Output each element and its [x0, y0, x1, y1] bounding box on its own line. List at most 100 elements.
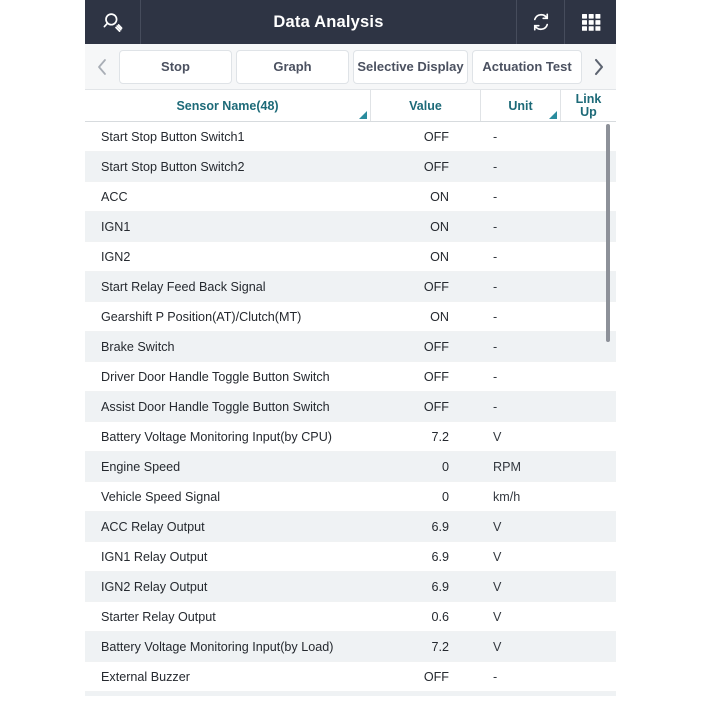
- search-button[interactable]: [85, 0, 141, 44]
- refresh-button[interactable]: [516, 0, 564, 44]
- cell-value: ON: [430, 309, 449, 324]
- cell-value: OFF: [423, 399, 449, 414]
- cell-unit: -: [493, 309, 498, 324]
- cell-value: OFF: [423, 339, 449, 354]
- column-header-sensor-name-label: Sensor Name(48): [176, 98, 279, 113]
- cell-sensor-name: Assist Door Handle Toggle Button Switch: [101, 399, 330, 414]
- cell-sensor-name: Start Stop Button Switch2: [101, 159, 245, 174]
- cell-sensor-name: IGN1 Relay Output: [101, 549, 208, 564]
- table-row[interactable]: IGN1 ON -: [85, 212, 616, 242]
- cell-unit: -: [493, 279, 498, 294]
- table-row[interactable]: Assist Door Handle Toggle Button Switch O…: [85, 392, 616, 422]
- toolbar-prev-button[interactable]: [89, 47, 115, 87]
- table-row[interactable]: Start Stop Button Switch1 OFF -: [85, 122, 616, 152]
- table-row[interactable]: SSB Illumination GND OutputOFF-: [85, 692, 616, 696]
- cell-value: 7.2: [431, 639, 449, 654]
- cell-unit: -: [493, 129, 498, 144]
- cell-value: 6.9: [431, 519, 449, 534]
- table-row[interactable]: IGN1 Relay Output 6.9 V: [85, 542, 616, 572]
- column-header-sensor-name[interactable]: Sensor Name(48): [85, 90, 371, 121]
- scrollbar-thumb[interactable]: [606, 124, 610, 342]
- cell-unit: -: [493, 669, 498, 684]
- title-bar: Data Analysis: [85, 0, 616, 44]
- cell-value: 6.9: [431, 579, 449, 594]
- cell-sensor-name: Vehicle Speed Signal: [101, 489, 221, 504]
- cell-unit: -: [493, 189, 498, 204]
- cell-value: OFF: [423, 669, 449, 684]
- cell-sensor-name: Start Stop Button Switch1: [101, 129, 245, 144]
- cell-value: ON: [430, 189, 449, 204]
- cell-sensor-name: ACC: [101, 189, 128, 204]
- search-icon: [101, 10, 125, 34]
- column-header-link-up[interactable]: Link Up: [561, 90, 616, 121]
- cell-value: OFF: [423, 129, 449, 144]
- table-row[interactable]: IGN2 Relay Output 6.9 V: [85, 572, 616, 602]
- table-header: Sensor Name(48) Value Unit Link Up: [85, 90, 616, 122]
- table-row[interactable]: Engine Speed 0 RPM: [85, 452, 616, 482]
- table-row[interactable]: Start Stop Button Switch2 OFF -: [85, 152, 616, 182]
- cell-value: 7.2: [431, 429, 449, 444]
- graph-button[interactable]: Graph: [236, 49, 349, 84]
- cell-sensor-name: IGN2 Relay Output: [101, 579, 208, 594]
- cell-value: OFF: [423, 279, 449, 294]
- actuation-test-button[interactable]: Actuation Test: [472, 49, 582, 84]
- cell-unit: -: [493, 369, 498, 384]
- cell-sensor-name: Driver Door Handle Toggle Button Switch: [101, 369, 330, 384]
- window-title: Data Analysis: [273, 12, 384, 31]
- column-header-unit-label: Unit: [508, 98, 533, 113]
- cell-value: 0.6: [431, 609, 449, 624]
- chevron-right-icon: [591, 56, 607, 78]
- table-row[interactable]: Start Relay Feed Back Signal OFF -: [85, 272, 616, 302]
- toolbar-next-button[interactable]: [586, 47, 612, 87]
- table-row[interactable]: IGN2 ON -: [85, 242, 616, 272]
- sort-indicator-unit[interactable]: [549, 111, 557, 119]
- cell-unit: -: [493, 159, 498, 174]
- column-header-link-up-line1: Link: [575, 91, 602, 106]
- table-row[interactable]: Starter Relay Output 0.6 V: [85, 602, 616, 632]
- cell-sensor-name: IGN2: [101, 249, 131, 264]
- cell-sensor-name: Engine Speed: [101, 459, 181, 474]
- cell-sensor-name: External Buzzer: [101, 669, 190, 684]
- table-row[interactable]: Battery Voltage Monitoring Input(by Load…: [85, 632, 616, 662]
- cell-unit: V: [493, 429, 502, 444]
- cell-value: 0: [441, 489, 449, 504]
- cell-sensor-name: Brake Switch: [101, 339, 175, 354]
- cell-unit: V: [493, 639, 502, 654]
- column-header-unit[interactable]: Unit: [481, 90, 561, 121]
- cell-sensor-name: Start Relay Feed Back Signal: [101, 279, 266, 294]
- data-analysis-app: Data Analysis Stop Graph Selective Displ…: [85, 0, 616, 704]
- menu-grid-button[interactable]: [564, 0, 616, 44]
- cell-value: OFF: [423, 159, 449, 174]
- cell-value: ON: [430, 249, 449, 264]
- cell-value: 0: [441, 459, 449, 474]
- cell-unit: km/h: [493, 489, 521, 504]
- column-header-value[interactable]: Value: [371, 90, 481, 121]
- stop-button[interactable]: Stop: [119, 49, 232, 84]
- table-row[interactable]: ACC ON -: [85, 182, 616, 212]
- table-row[interactable]: Battery Voltage Monitoring Input(by CPU)…: [85, 422, 616, 452]
- sort-indicator-sensor-name[interactable]: [359, 111, 367, 119]
- cell-unit: V: [493, 519, 502, 534]
- refresh-icon: [530, 11, 552, 33]
- cell-sensor-name: IGN1: [101, 219, 131, 234]
- cell-sensor-name: ACC Relay Output: [101, 519, 205, 534]
- grid-menu-icon: [580, 11, 602, 33]
- cell-value: ON: [430, 219, 449, 234]
- table-row[interactable]: Vehicle Speed Signal 0 km/h: [85, 482, 616, 512]
- cell-sensor-name: Gearshift P Position(AT)/Clutch(MT): [101, 309, 302, 324]
- cell-unit: RPM: [493, 459, 521, 474]
- table-row[interactable]: ACC Relay Output 6.9 V: [85, 512, 616, 542]
- table-row[interactable]: Brake Switch OFF -: [85, 332, 616, 362]
- cell-unit: -: [493, 399, 498, 414]
- chevron-left-icon: [94, 56, 110, 78]
- cell-unit: -: [493, 219, 498, 234]
- sensor-table-body[interactable]: Start Stop Button Switch1 OFF - Start Stop …: [85, 122, 616, 696]
- cell-sensor-name: Battery Voltage Monitoring Input(by CPU): [101, 429, 332, 444]
- table-row[interactable]: Driver Door Handle Toggle Button Switch O…: [85, 362, 616, 392]
- vertical-scrollbar[interactable]: [606, 122, 613, 696]
- selective-display-button[interactable]: Selective Display: [353, 49, 468, 84]
- table-row[interactable]: External Buzzer OFF -: [85, 662, 616, 692]
- cell-sensor-name: Starter Relay Output: [101, 609, 216, 624]
- table-row[interactable]: Gearshift P Position(AT)/Clutch(MT) ON -: [85, 302, 616, 332]
- cell-unit: -: [493, 339, 498, 354]
